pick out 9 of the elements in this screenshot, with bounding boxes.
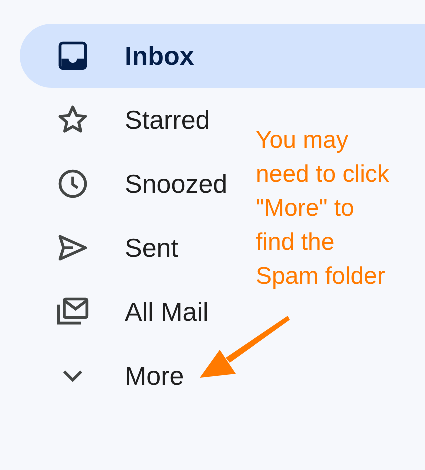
- inbox-icon: [56, 39, 90, 73]
- nav-item[interactable]: Snoozed: [20, 152, 236, 216]
- annotation-text: You may need to click "More" to find the Spam folder: [256, 126, 390, 292]
- nav-item[interactable]: Sent: [20, 216, 186, 280]
- nav-item[interactable]: Inbox: [20, 24, 425, 88]
- nav-item[interactable]: Starred: [20, 88, 218, 152]
- nav-item[interactable]: All Mail: [20, 280, 217, 344]
- nav-item[interactable]: More: [20, 344, 192, 408]
- clock-icon: [56, 167, 90, 201]
